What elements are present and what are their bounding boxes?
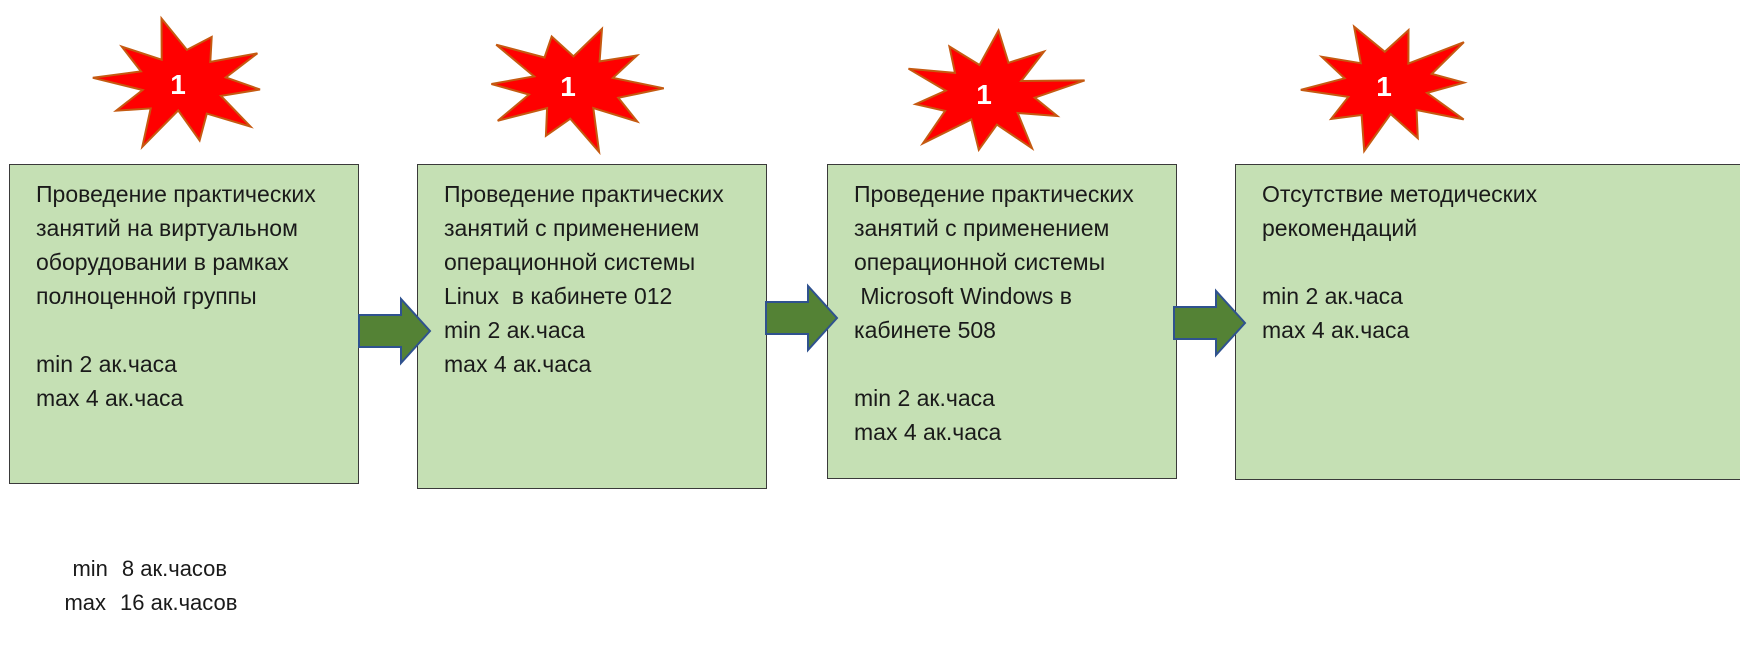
svg-text:1: 1 xyxy=(560,71,576,102)
step-box-line: min 2 ак.часа xyxy=(444,317,585,343)
right-arrow-icon xyxy=(358,296,432,366)
step-box-line: оборудовании в рамках xyxy=(36,249,289,275)
totals-row-min: min 8 ак.часов xyxy=(40,518,237,581)
step-box-line: занятий с применением xyxy=(854,215,1110,241)
step-box-line xyxy=(36,313,344,347)
step-box-line: операционной системы xyxy=(854,249,1106,275)
step-box-line: Microsoft Windows в xyxy=(854,283,1072,309)
totals-label: max xyxy=(64,590,107,615)
svg-text:1: 1 xyxy=(1376,71,1392,102)
totals-label: min xyxy=(72,556,108,581)
step-box-line: кабинете 508 xyxy=(854,317,996,343)
step-box-line: Проведение практических xyxy=(854,181,1134,207)
step-box-1: Проведение практических занятий на вирту… xyxy=(9,164,359,484)
svg-text:1: 1 xyxy=(976,79,992,110)
step-box-line: max 4 ак.часа xyxy=(444,351,592,377)
step-box-line: Проведение практических xyxy=(36,181,316,207)
burst-icon-4: 1 xyxy=(1292,10,1492,160)
totals-value: 8 ак.часов xyxy=(121,556,228,581)
step-box-line xyxy=(1262,245,1726,279)
step-box-line: max 4 ак.часа xyxy=(36,385,184,411)
burst-icon-1: 1 xyxy=(86,8,286,158)
step-box-line: min 2 ак.часа xyxy=(1262,283,1403,309)
burst-icon-3: 1 xyxy=(892,18,1092,168)
step-box-line xyxy=(854,347,1162,381)
step-box-line: max 4 ак.часа xyxy=(1262,317,1410,343)
right-arrow-icon xyxy=(1173,288,1247,358)
svg-text:1: 1 xyxy=(170,69,186,100)
totals-value: 16 ак.часов xyxy=(120,590,238,615)
step-box-line: занятий с применением xyxy=(444,215,700,241)
step-box-3: Проведение практических занятий с примен… xyxy=(827,164,1177,479)
step-box-line: min 2 ак.часа xyxy=(854,385,995,411)
totals-block: min 8 ак.часов max 16 ак.часов xyxy=(40,518,237,615)
step-box-4: Отсутствие методических рекомендаций min… xyxy=(1235,164,1740,480)
step-box-line: полноценной группы xyxy=(36,283,257,309)
step-box-line: Проведение практических xyxy=(444,181,724,207)
step-box-2: Проведение практических занятий с примен… xyxy=(417,164,767,489)
burst-icon-2: 1 xyxy=(476,10,676,160)
step-box-line: операционной системы xyxy=(444,249,696,275)
step-box-line: рекомендаций xyxy=(1262,215,1418,241)
right-arrow-icon xyxy=(765,283,839,353)
step-box-line: Отсутствие методических xyxy=(1262,181,1538,207)
step-box-line: min 2 ак.часа xyxy=(36,351,177,377)
step-box-line: занятий на виртуальном xyxy=(36,215,298,241)
step-box-line: max 4 ак.часа xyxy=(854,419,1002,445)
step-box-line: Linux в кабинете 012 xyxy=(444,283,673,309)
